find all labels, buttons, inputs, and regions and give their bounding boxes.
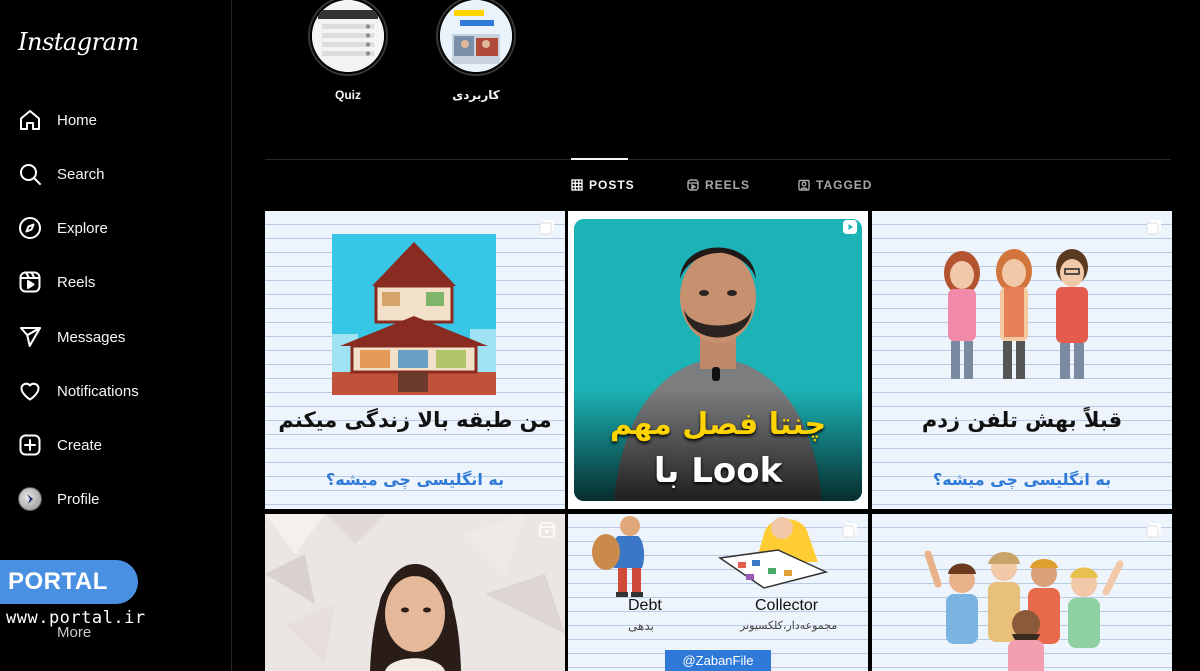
reel-cover — [265, 514, 565, 671]
heart-icon — [17, 378, 43, 404]
sidebar-item-messages[interactable]: Messages — [12, 315, 218, 359]
avatar — [18, 487, 42, 511]
sidebar-item-notifications[interactable]: Notifications — [12, 369, 218, 413]
sidebar-item-label: Messages — [57, 328, 126, 346]
post-subtitle: به انگلیسی چی میشه؟ — [325, 470, 505, 489]
post-word-debt-fa: بدهی — [628, 619, 654, 633]
highlight-thumbnail — [312, 0, 384, 72]
tabs-divider — [265, 159, 1171, 160]
sidebar-item-label: Home — [57, 111, 98, 129]
carousel-icon — [1146, 219, 1162, 235]
portal-watermark-badge: PORTAL — [0, 560, 138, 604]
post-title: قبلاً بهش تلفن زدم — [921, 408, 1123, 432]
active-tab-indicator — [571, 158, 628, 160]
post-illustration-group-selfie — [924, 550, 1124, 671]
tab-label: TAGGED — [816, 178, 873, 192]
explore-icon — [17, 215, 43, 241]
post-title-secondary: Look با — [653, 451, 783, 491]
highlight-ring — [308, 0, 388, 76]
post-tile[interactable] — [265, 514, 565, 671]
post-handle-badge: @ZabanFile — [665, 650, 771, 671]
sidebar-item-reels[interactable]: Reels — [12, 260, 218, 304]
sidebar-item-create[interactable]: Create — [12, 423, 218, 467]
tab-tagged[interactable]: TAGGED — [798, 178, 872, 192]
messages-icon — [17, 324, 43, 350]
post-word-collector: Collector — [755, 597, 819, 614]
post-illustration-house — [332, 234, 496, 395]
sidebar-item-label: Explore — [57, 219, 108, 237]
tab-posts[interactable]: POSTS — [571, 178, 635, 192]
tab-reels[interactable]: REELS — [687, 178, 750, 192]
highlight-label: کاربردی — [452, 88, 500, 102]
post-title: چنتا فصل مهم — [609, 407, 827, 442]
tab-label: POSTS — [589, 178, 635, 192]
grid-icon — [571, 179, 583, 191]
post-tile[interactable]: من طبقه بالا زندگی میکنم به انگلیسی چی م… — [265, 211, 565, 509]
sidebar-item-label: Create — [57, 436, 103, 454]
sidebar-item-label: Profile — [57, 490, 100, 508]
sidebar-item-explore[interactable]: Explore — [12, 206, 218, 250]
sidebar-item-profile[interactable]: Profile — [12, 477, 218, 521]
sidebar-item-home[interactable]: Home — [12, 98, 218, 142]
search-icon — [17, 161, 43, 187]
home-icon — [17, 107, 43, 133]
carousel-icon — [539, 219, 555, 235]
highlight-label: Quiz — [335, 88, 361, 102]
portal-watermark-url: www.portal.ir — [6, 608, 146, 628]
tagged-icon — [798, 179, 810, 191]
sidebar-item-label: Search — [57, 165, 105, 183]
sidebar-item-search[interactable]: Search — [12, 152, 218, 196]
create-icon — [17, 432, 43, 458]
story-highlight-useful[interactable]: کاربردی — [431, 0, 521, 102]
post-tile[interactable]: Debt بدهی Collector مجموعه‌دار،کلکسیونر … — [568, 514, 868, 671]
reels-icon — [687, 179, 699, 191]
sidebar-item-label: Reels — [57, 273, 96, 291]
reel-icon — [539, 522, 555, 538]
reels-icon — [17, 269, 43, 295]
reel-icon — [842, 219, 858, 235]
post-tile[interactable] — [872, 514, 1172, 671]
highlight-thumbnail — [440, 0, 512, 72]
sidebar-item-label: Notifications — [57, 382, 139, 400]
story-highlight-quiz[interactable]: Quiz — [303, 0, 393, 102]
post-title: من طبقه بالا زندگی میکنم — [278, 408, 552, 432]
instagram-logo[interactable]: Instagram — [18, 28, 139, 56]
post-tile[interactable]: قبلاً بهش تلفن زدم به انگلیسی چی میشه؟ — [872, 211, 1172, 509]
post-word-debt: Debt — [628, 597, 662, 614]
post-tile[interactable]: چنتا فصل مهم Look با — [568, 211, 868, 509]
post-illustration-friends — [932, 241, 1112, 386]
post-subtitle: به انگلیسی چی میشه؟ — [932, 470, 1112, 489]
post-illustration-debt-collector — [592, 516, 829, 597]
highlight-ring — [436, 0, 516, 76]
tab-label: REELS — [705, 178, 751, 192]
post-word-collector-fa: مجموعه‌دار،کلکسیونر — [740, 620, 838, 632]
